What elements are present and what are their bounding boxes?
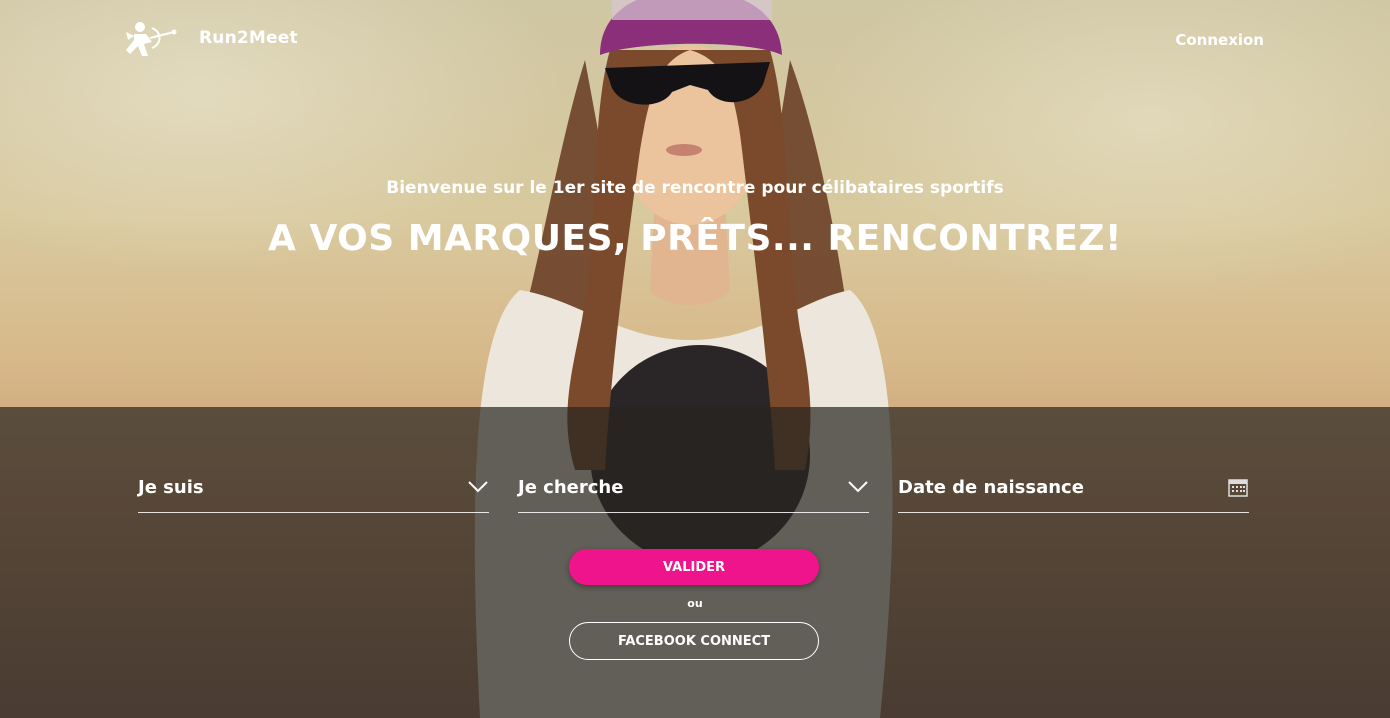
gender-select[interactable]: Je suis (138, 468, 489, 513)
submit-button[interactable]: VALIDER (569, 549, 819, 585)
brand-name[interactable]: Run2Meet (199, 28, 298, 48)
facebook-connect-button[interactable]: FACEBOOK CONNECT (569, 622, 819, 660)
login-link[interactable]: Connexion (1175, 31, 1264, 49)
hero-subtitle: Bienvenue sur le 1er site de rencontre p… (386, 178, 1004, 198)
hero-title: A VOS MARQUES, PRÊTS... RENCONTREZ! (268, 218, 1122, 259)
chevron-down-icon[interactable] (847, 476, 869, 498)
birthdate-input[interactable]: Date de naissance (898, 468, 1249, 513)
calendar-icon[interactable] (1227, 476, 1249, 498)
gender-select-label: Je suis (138, 476, 204, 498)
seeking-select-label: Je cherche (518, 476, 624, 498)
chevron-down-icon[interactable] (467, 476, 489, 498)
birthdate-input-label: Date de naissance (898, 476, 1084, 498)
cupid-runner-icon (126, 22, 177, 56)
or-separator: ou (687, 597, 703, 610)
seeking-select[interactable]: Je cherche (518, 468, 869, 513)
